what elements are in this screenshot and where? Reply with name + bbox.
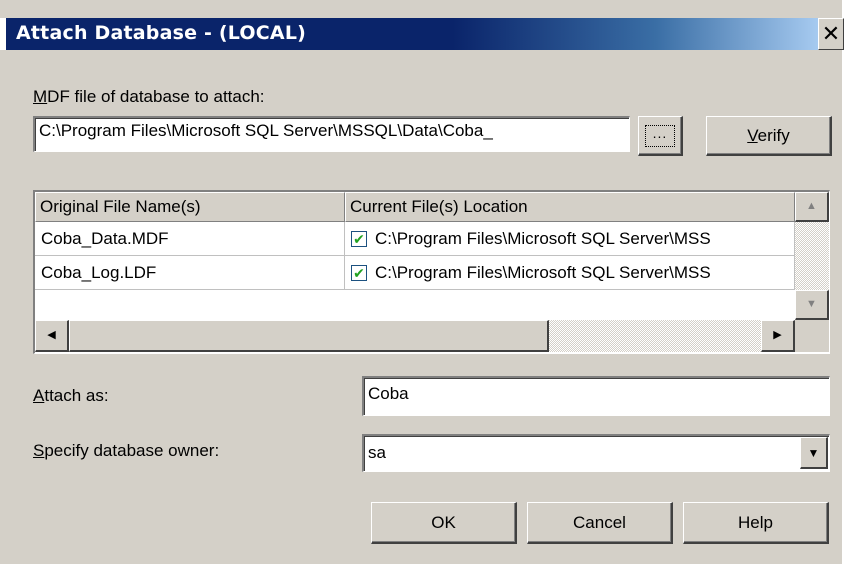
owner-label-text: pecify database owner:	[44, 441, 220, 460]
column-header-original-file[interactable]: Original File Name(s)	[35, 192, 345, 222]
owner-selected-value: sa	[368, 443, 386, 462]
arrow-down-icon: ▼	[806, 298, 817, 310]
attach-as-value: Coba	[368, 384, 409, 403]
table-row[interactable]: Coba_Log.LDF ✔ C:\Program Files\Microsof…	[35, 256, 795, 290]
scrollbar-corner	[795, 320, 829, 352]
database-owner-label: Specify database owner:	[33, 441, 219, 461]
cell-original-file: Coba_Log.LDF	[35, 256, 345, 290]
verify-label: erify	[757, 125, 790, 145]
cell-original-file: Coba_Data.MDF	[35, 222, 345, 256]
vertical-scrollbar[interactable]: ▲ ▼	[795, 192, 829, 322]
cell-location-text: C:\Program Files\Microsoft SQL Server\MS…	[375, 229, 711, 248]
cancel-button[interactable]: Cancel	[527, 502, 673, 544]
scroll-right-button[interactable]: ▶	[761, 320, 795, 352]
checkmark-icon: ✔	[353, 231, 365, 247]
mdf-file-label: MDF file of database to attach:	[33, 87, 265, 107]
row-checkbox[interactable]: ✔	[351, 231, 367, 247]
title-bar-fill: Attach Database - (LOCAL)	[6, 18, 818, 50]
attach-as-label-text: ttach as:	[44, 386, 109, 405]
window-title: Attach Database - (LOCAL)	[16, 22, 307, 44]
mdf-path-input[interactable]: C:\Program Files\Microsoft SQL Server\MS…	[33, 116, 630, 152]
horizontal-scroll-thumb[interactable]	[69, 320, 549, 352]
database-owner-select[interactable]: sa ▼	[362, 434, 830, 472]
table-row[interactable]: Coba_Data.MDF ✔ C:\Program Files\Microso…	[35, 222, 795, 256]
scroll-left-button[interactable]: ◀	[35, 320, 69, 352]
cell-location-text: C:\Program Files\Microsoft SQL Server\MS…	[375, 263, 711, 282]
scroll-down-button[interactable]: ▼	[795, 290, 829, 320]
scroll-up-button[interactable]: ▲	[795, 192, 829, 222]
attach-database-dialog: Attach Database - (LOCAL) ✕ MDF file of …	[0, 0, 844, 564]
database-files-table[interactable]: Original File Name(s) Current File(s) Lo…	[33, 190, 830, 354]
arrow-left-icon: ◀	[47, 329, 56, 341]
owner-dropdown-button[interactable]: ▼	[800, 437, 828, 469]
attach-as-input[interactable]: Coba	[362, 376, 830, 416]
close-icon: ✕	[821, 21, 841, 46]
close-button[interactable]: ✕	[818, 18, 844, 50]
mdf-label-accesskey: M	[33, 87, 48, 106]
cell-current-location: ✔ C:\Program Files\Microsoft SQL Server\…	[345, 256, 795, 290]
verify-button[interactable]: Verify	[706, 116, 832, 156]
cell-current-location: ✔ C:\Program Files\Microsoft SQL Server\…	[345, 222, 795, 256]
horizontal-scrollbar[interactable]: ◀ ▶	[35, 320, 795, 352]
mdf-label-text: DF file of database to attach:	[47, 87, 265, 106]
owner-accesskey: S	[33, 441, 45, 460]
attach-as-accesskey: A	[33, 386, 45, 405]
row-checkbox[interactable]: ✔	[351, 265, 367, 281]
browse-button[interactable]: ...	[638, 116, 683, 156]
arrow-right-icon: ▶	[773, 329, 782, 341]
attach-as-label: Attach as:	[33, 386, 109, 406]
column-header-current-location[interactable]: Current File(s) Location	[345, 192, 795, 222]
checkmark-icon: ✔	[353, 265, 365, 281]
title-bar[interactable]: Attach Database - (LOCAL) ✕	[0, 18, 844, 50]
arrow-up-icon: ▲	[806, 200, 817, 212]
ok-button[interactable]: OK	[371, 502, 517, 544]
dropdown-arrow-icon: ▼	[807, 445, 820, 460]
browse-button-label: ...	[645, 124, 675, 147]
verify-accesskey: V	[747, 125, 758, 145]
mdf-path-value: C:\Program Files\Microsoft SQL Server\MS…	[39, 121, 493, 140]
help-button[interactable]: Help	[683, 502, 829, 544]
